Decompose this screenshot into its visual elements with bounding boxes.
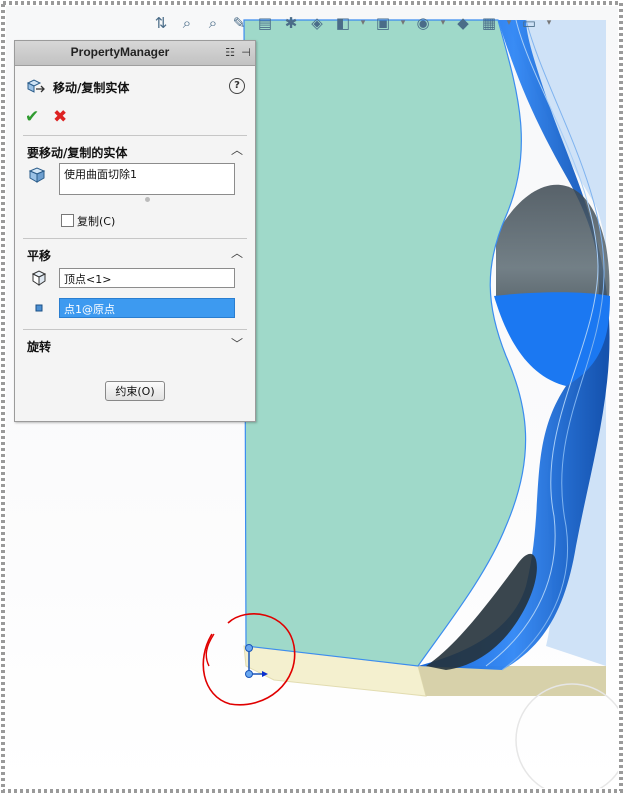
from-point-field[interactable]: 顶点<1>	[59, 268, 235, 288]
ok-button[interactable]: ✔	[25, 107, 39, 127]
feature-name: 移动/复制实体	[53, 81, 130, 95]
previous-view-icon[interactable]: ✎	[228, 12, 250, 34]
point-entity-icon	[35, 304, 43, 312]
apply-scene-icon[interactable]: ◆	[452, 12, 474, 34]
help-icon[interactable]: ?	[229, 78, 245, 94]
zoom-to-fit-icon[interactable]: ⌕	[176, 12, 198, 34]
to-point-field[interactable]: 点1@原点	[59, 298, 235, 318]
rotate-group-title: 旋转	[27, 340, 52, 354]
view-orientation-icon[interactable]: ⇅	[150, 12, 172, 34]
bodies-selection-box[interactable]: 使用曲面切除1	[59, 163, 235, 195]
pin-icon[interactable]: ⊣	[239, 46, 253, 59]
monitor-icon[interactable]: ▭	[518, 12, 540, 34]
to-point-value: 点1@原点	[64, 303, 115, 316]
hide-show-icon[interactable]: ▣	[372, 12, 394, 34]
selected-body-item[interactable]: 使用曲面切除1	[64, 168, 137, 181]
cancel-button[interactable]: ✖	[53, 107, 67, 127]
copy-label: 复制(C)	[77, 215, 116, 228]
translate-group-header[interactable]: 平移 ︿	[27, 244, 245, 263]
zoom-area-icon[interactable]: ⌕	[202, 12, 224, 34]
move-copy-body-icon	[26, 79, 45, 93]
view-orientation-cube-icon[interactable]: ◈	[306, 12, 328, 34]
rotate-group-header[interactable]: 旋转 ﹀	[27, 335, 245, 354]
body-face	[243, 19, 527, 667]
chevron-down-icon[interactable]: ▾	[358, 12, 368, 34]
from-point-value: 顶点<1>	[64, 273, 112, 286]
vertex-marker	[245, 644, 253, 652]
property-manager: PropertyManager ☷ ⊣ 移动/复制实体 ? ✔ ✖ 要移动/复制…	[14, 40, 256, 422]
property-manager-titlebar: PropertyManager ☷ ⊣	[15, 41, 255, 66]
origin-marker	[245, 670, 253, 678]
bodies-group-header[interactable]: 要移动/复制的实体 ︿	[27, 141, 245, 160]
dynamic-annotation-icon[interactable]: ✱	[280, 12, 302, 34]
divider	[23, 329, 247, 330]
chevron-up-icon[interactable]: ︿	[229, 244, 245, 260]
base-side	[418, 666, 606, 696]
edit-appearance-icon[interactable]: ◉	[412, 12, 434, 34]
property-manager-title: PropertyManager	[70, 45, 170, 59]
vertex-entity-icon	[31, 270, 47, 286]
chevron-up-icon[interactable]: ︿	[229, 141, 245, 157]
feature-header: 移动/复制实体 ?	[25, 77, 245, 97]
pm-tree-icon[interactable]: ☷	[223, 46, 237, 59]
resize-handle[interactable]	[145, 197, 150, 202]
heads-up-view-toolbar: ⇅ ⌕ ⌕ ✎ ▤ ✱ ◈ ◧ ▾ ▣ ▾ ◉ ▾ ◆ ▦ ▾ ▭ ▾	[150, 10, 554, 36]
chevron-down-icon[interactable]: ▾	[438, 12, 448, 34]
bodies-group-title: 要移动/复制的实体	[27, 146, 128, 160]
section-view-icon[interactable]: ▤	[254, 12, 276, 34]
translate-group-title: 平移	[27, 249, 52, 263]
display-style-icon[interactable]: ◧	[332, 12, 354, 34]
chevron-down-icon[interactable]: ▾	[398, 12, 408, 34]
solid-body-icon	[28, 167, 46, 183]
divider	[23, 238, 247, 239]
chevron-down-icon[interactable]: ▾	[504, 12, 514, 34]
copy-checkbox[interactable]	[61, 214, 74, 227]
divider	[23, 135, 247, 136]
view-settings-icon[interactable]: ▦	[478, 12, 500, 34]
chevron-down-icon[interactable]: ▾	[544, 12, 554, 34]
chevron-down-icon[interactable]: ﹀	[229, 335, 245, 351]
constraints-button[interactable]: 约束(O)	[105, 381, 165, 401]
